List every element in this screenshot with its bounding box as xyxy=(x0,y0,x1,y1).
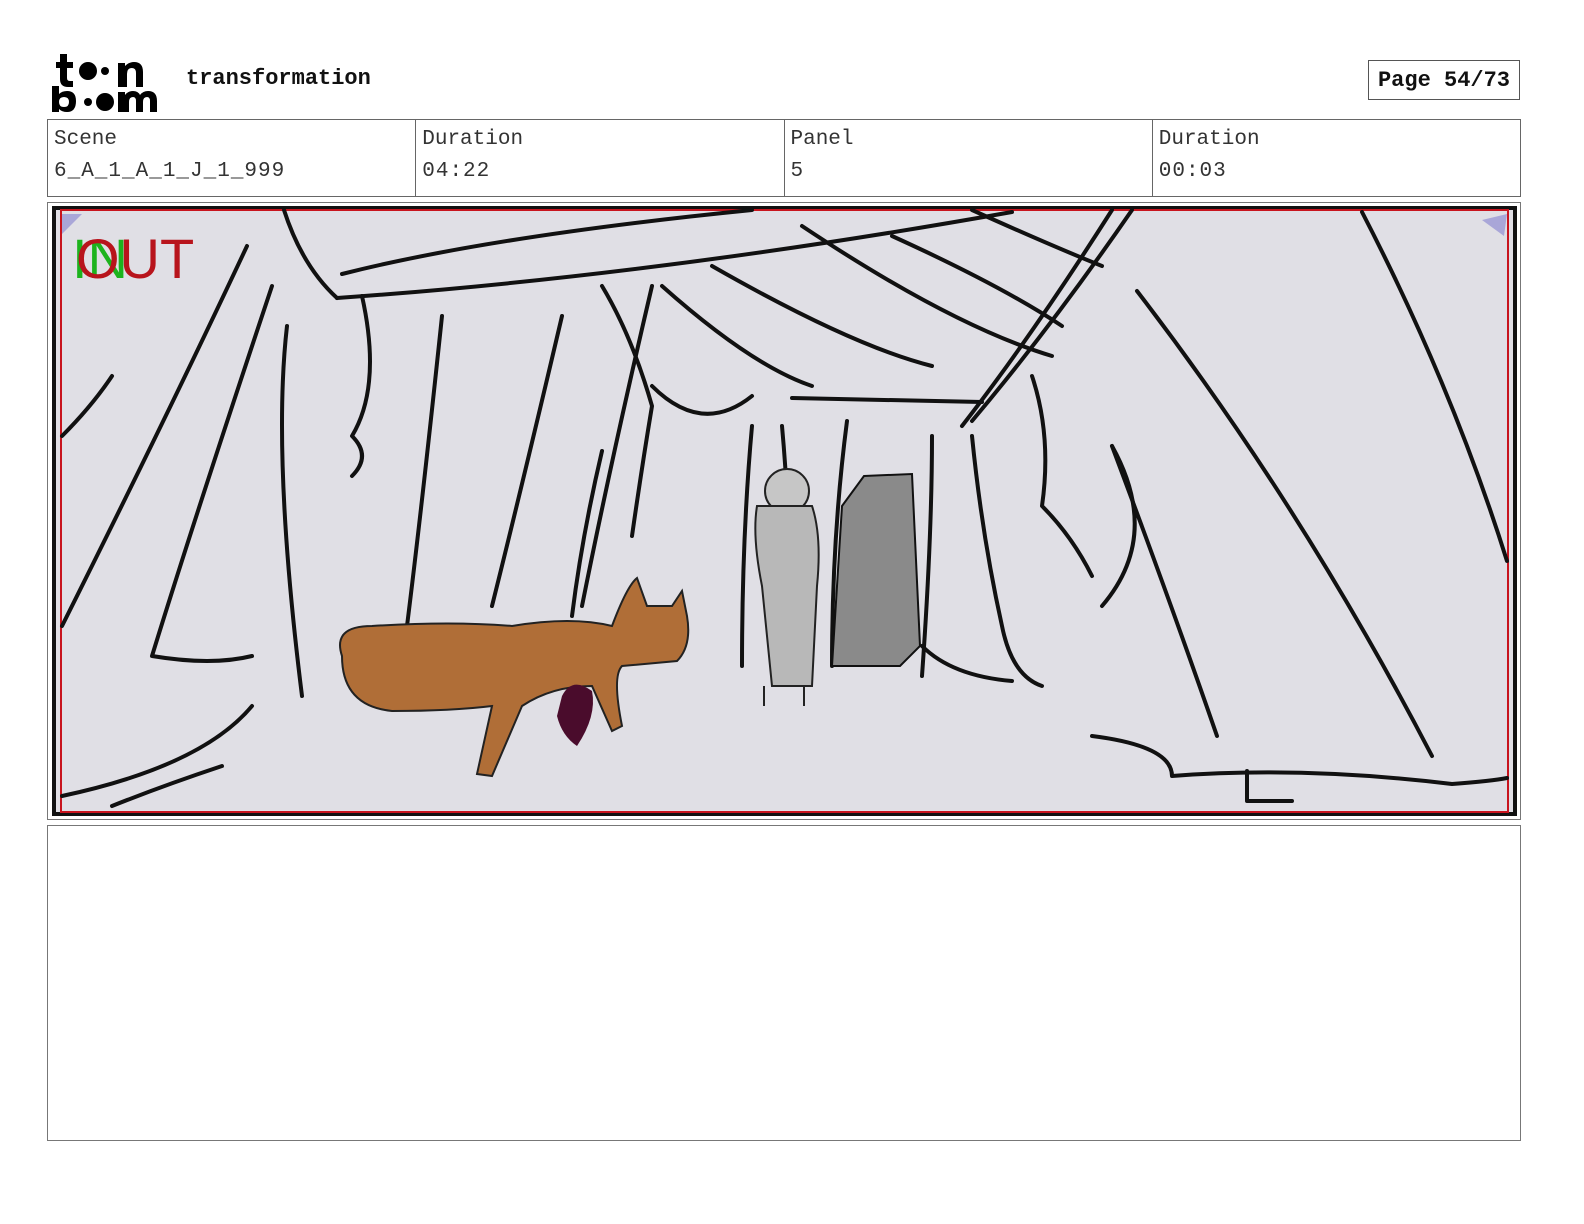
storyboard-panel-image: IN OUT xyxy=(52,206,1517,816)
out-marker: OUT xyxy=(76,227,194,290)
scene-cell: Scene 6_A_1_A_1_J_1_999 xyxy=(48,120,417,196)
toonboom-logo: toonboom xyxy=(52,54,157,112)
panel-notes-box xyxy=(47,825,1521,1141)
scene-info-table: Scene 6_A_1_A_1_J_1_999 Duration 04:22 P… xyxy=(47,119,1521,197)
panel-duration-label: Duration xyxy=(1158,128,1260,151)
panel-cell: Panel 5 xyxy=(785,120,1153,196)
panel-duration-cell: Duration 00:03 xyxy=(1153,120,1520,196)
scene-duration-label: Duration xyxy=(422,128,524,151)
scene-duration-value: 04:22 xyxy=(422,160,491,183)
doorway-shape xyxy=(830,472,922,667)
panel-duration-value: 00:03 xyxy=(1158,160,1227,183)
panel-label: Panel xyxy=(790,128,854,151)
project-title: transformation xyxy=(186,66,371,91)
scene-label: Scene xyxy=(54,128,118,151)
scene-value: 6_A_1_A_1_J_1_999 xyxy=(54,160,286,183)
scene-duration-cell: Duration 04:22 xyxy=(416,120,785,196)
panel-value: 5 xyxy=(790,160,805,183)
page-indicator: Page 54/73 xyxy=(1368,60,1520,100)
